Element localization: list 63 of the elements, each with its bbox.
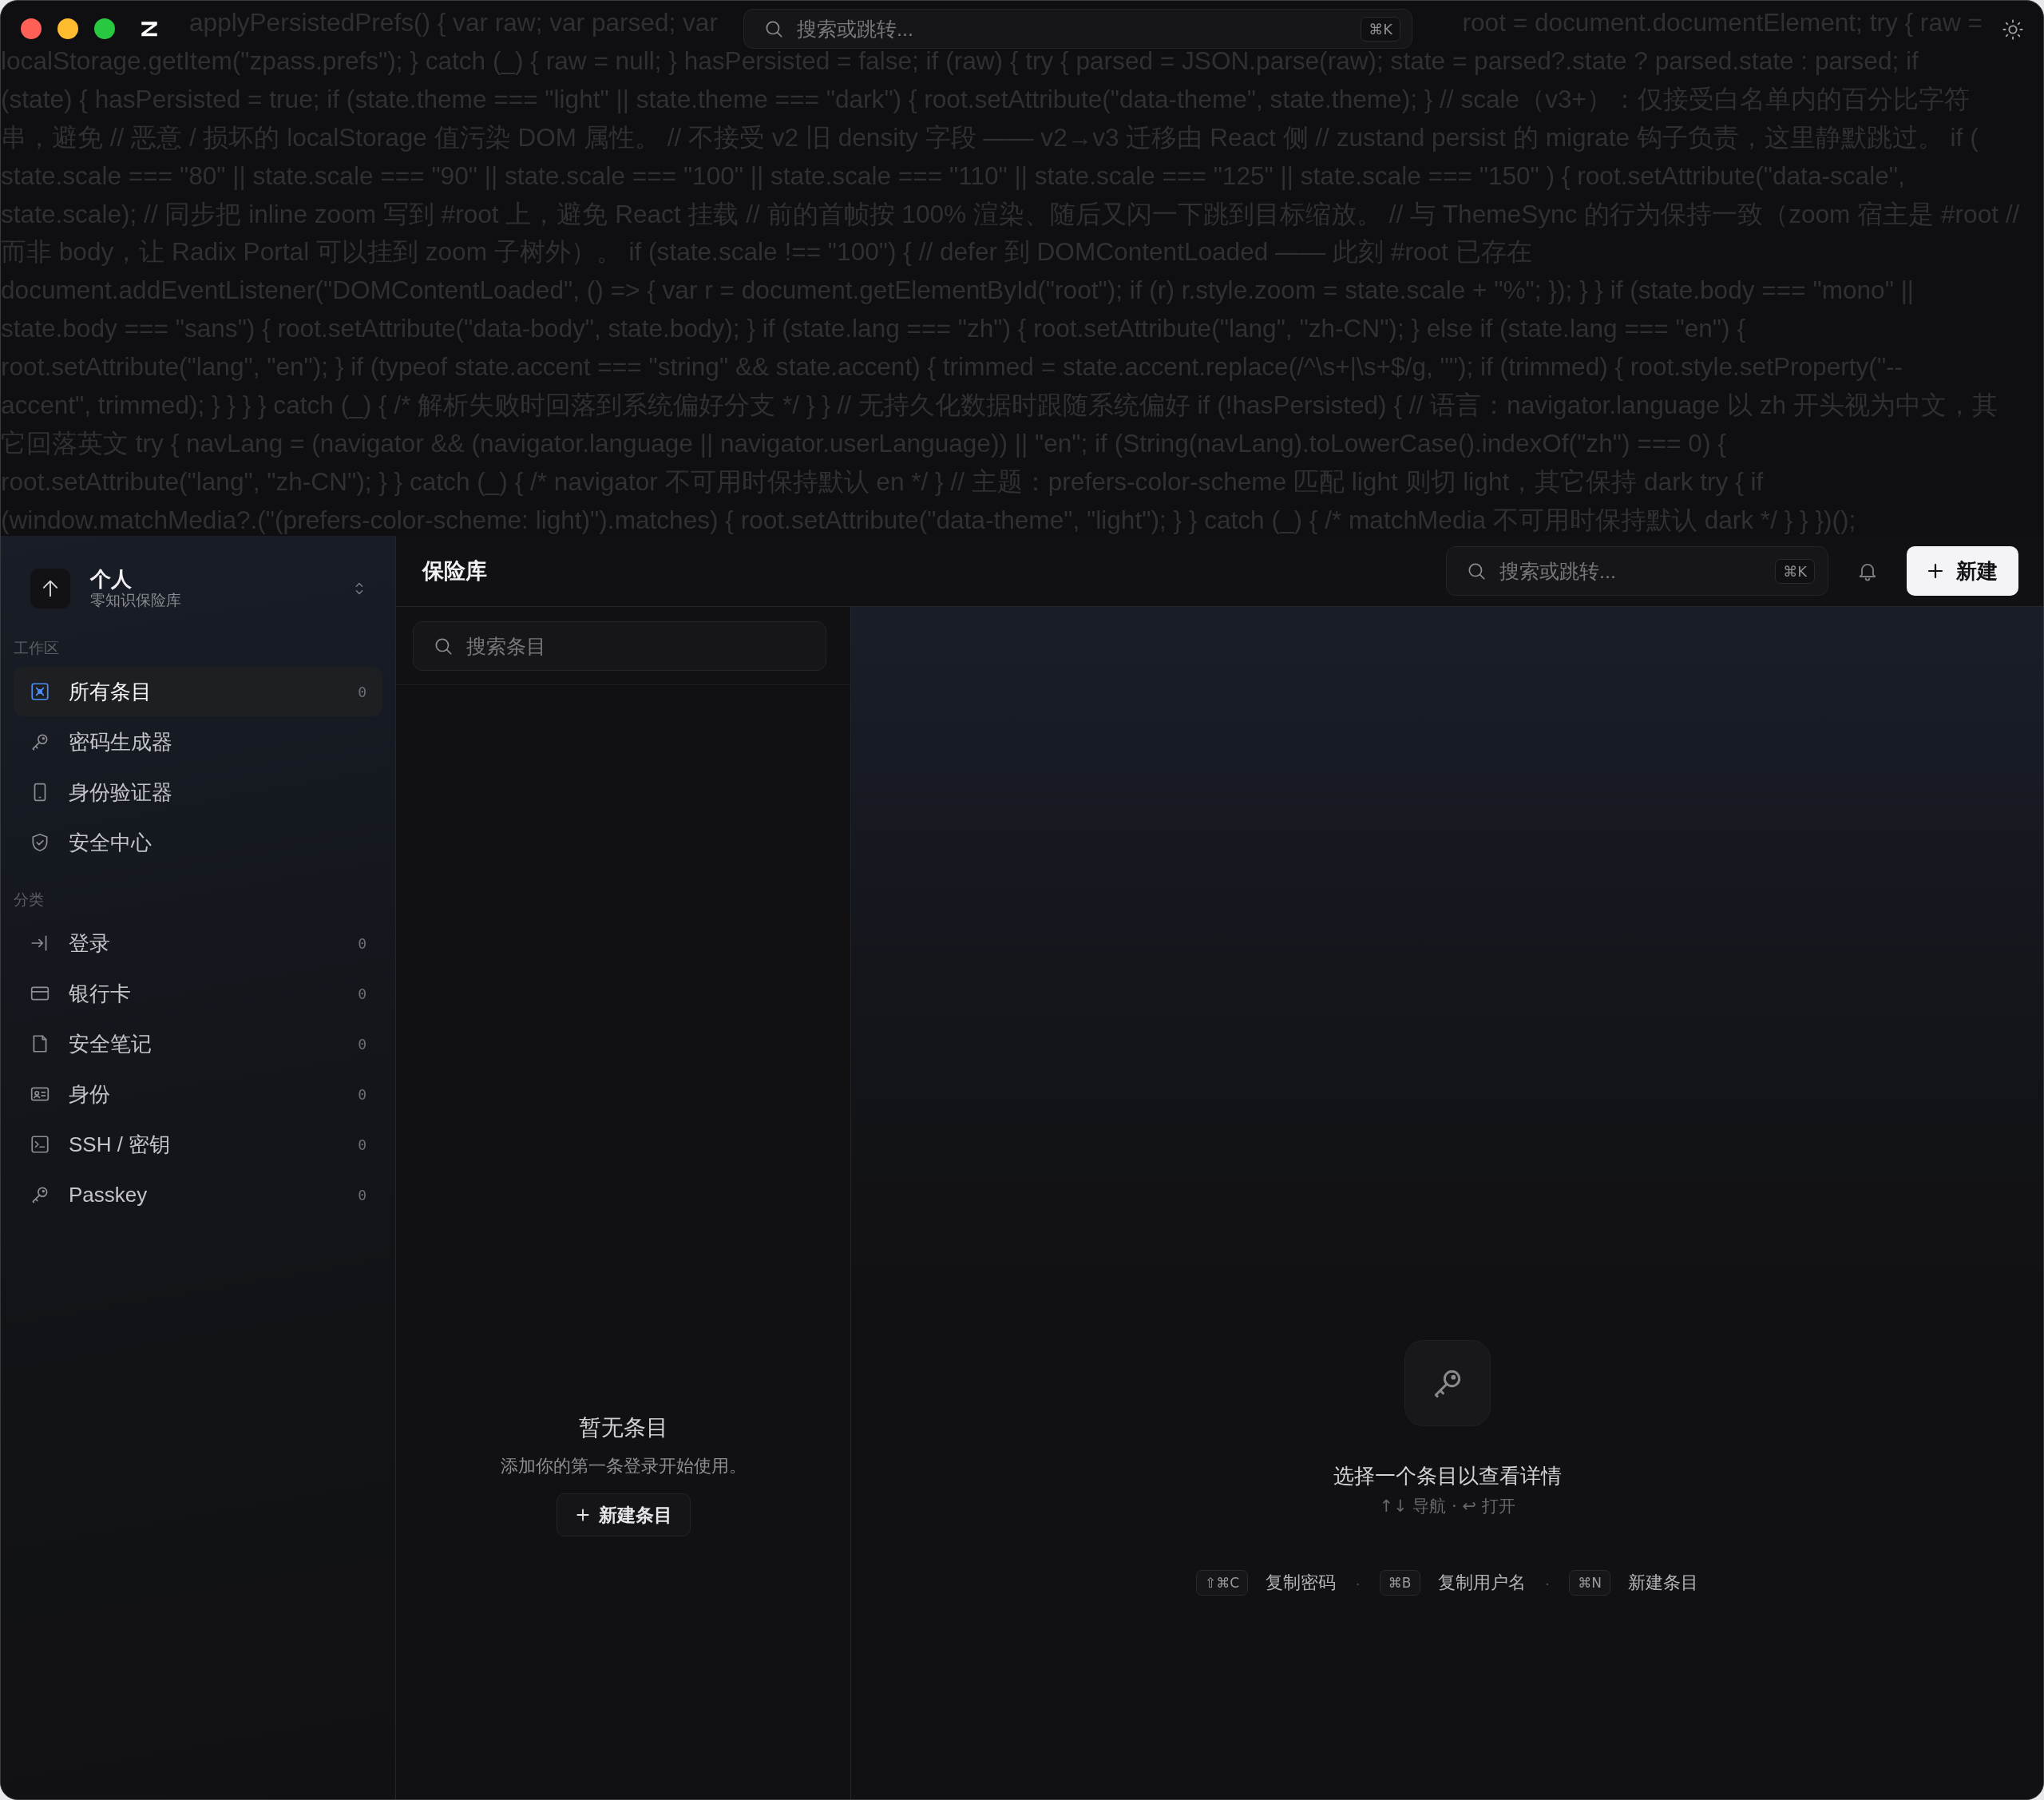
empty-title: 选择一个条目以查看详情 (1333, 1463, 1562, 1489)
vault-subtitle: 零知识保险库 (90, 591, 182, 610)
plus-icon (1926, 561, 1945, 581)
search-field[interactable]: 搜索或跳转... ⌘K (1446, 546, 1828, 596)
sidebar-item[interactable]: SSH / 密钥 0 (14, 1120, 382, 1169)
item-count: 0 (358, 1136, 366, 1153)
vault-switcher[interactable]: 个人 零知识保险库 (14, 568, 382, 609)
shortcut-key: ⌘K (1361, 16, 1400, 42)
item-count: 0 (358, 934, 366, 952)
item-label: 所有条目 (69, 678, 153, 705)
square-x-icon (30, 681, 50, 702)
sidebar-item[interactable]: Passkey 0 (14, 1170, 382, 1219)
item-label: 银行卡 (69, 980, 132, 1007)
shortcut-label: 复制密码 (1266, 1572, 1337, 1594)
new-item-button[interactable]: 新建条目 (556, 1493, 691, 1536)
shield-check-icon (30, 832, 50, 853)
separator-dot: · (1355, 1573, 1361, 1592)
sidebar-item[interactable]: 安全中心 (14, 818, 382, 867)
item-count: 0 (358, 985, 366, 1002)
page-title: 保险库 (422, 558, 488, 585)
item-label: 身份验证器 (69, 779, 173, 806)
shortcut-label: 新建条目 (1627, 1572, 1698, 1594)
item-count: 0 (358, 683, 366, 700)
sidebar-item[interactable]: 身份验证器 (14, 767, 382, 817)
sidebar-item[interactable]: 所有条目 0 (14, 667, 382, 716)
shortcut-key: ⌘B (1379, 1570, 1420, 1596)
keyboard-hint: ↑↓ 导航 · ↩ 打开 (1379, 1496, 1515, 1517)
item-label: 安全中心 (69, 829, 153, 856)
item-label: Passkey (69, 1182, 149, 1207)
theme-toggle-icon[interactable] (2002, 18, 2024, 41)
search-input[interactable]: 搜索条目 (465, 633, 826, 659)
vault-name: 个人 (90, 567, 133, 591)
sidebar-item[interactable]: 密码生成器 (14, 717, 382, 767)
item-label: SSH / 密钥 (69, 1131, 172, 1158)
sidebar-item[interactable]: 银行卡 0 (14, 969, 382, 1018)
search-input[interactable]: 搜索或跳转... (795, 16, 1361, 42)
item-label: 密码生成器 (69, 728, 173, 755)
section-label: 工作区 (14, 639, 60, 658)
item-count: 0 (358, 1186, 366, 1203)
new-button[interactable]: 新建 (1907, 546, 2018, 596)
shortcut-key: ⇧⌘C (1196, 1570, 1249, 1596)
zoom-light[interactable] (94, 18, 115, 39)
item-label: 登录 (69, 930, 111, 957)
item-count: 0 (358, 1035, 366, 1053)
sidebar-item[interactable]: 安全笔记 0 (14, 1019, 382, 1069)
terminal-icon (30, 1134, 50, 1155)
shortcut-key: ⌘N (1569, 1570, 1610, 1596)
empty-message: 添加你的第一条登录开始使用。 (500, 1455, 747, 1477)
search-field[interactable]: 搜索条目 (413, 621, 826, 671)
shortcut-label: 复制用户名 (1437, 1572, 1526, 1594)
close-light[interactable] (21, 18, 42, 39)
search-input[interactable]: 搜索或跳转... (1498, 558, 1776, 584)
minimize-light[interactable] (57, 18, 78, 39)
search-field[interactable]: 搜索或跳转... ⌘K (743, 9, 1412, 49)
empty-title: 暂无条目 (578, 1414, 668, 1441)
item-count: 0 (358, 1085, 366, 1103)
separator-dot: · (1544, 1573, 1551, 1592)
sidebar-item[interactable]: 登录 0 (14, 918, 382, 968)
shortcut-key: ⌘K (1775, 558, 1815, 584)
section-label: 分类 (14, 890, 45, 910)
item-label: 安全笔记 (69, 1030, 153, 1057)
sidebar-item[interactable]: 身份 0 (14, 1069, 382, 1119)
item-label: 身份 (69, 1080, 111, 1108)
